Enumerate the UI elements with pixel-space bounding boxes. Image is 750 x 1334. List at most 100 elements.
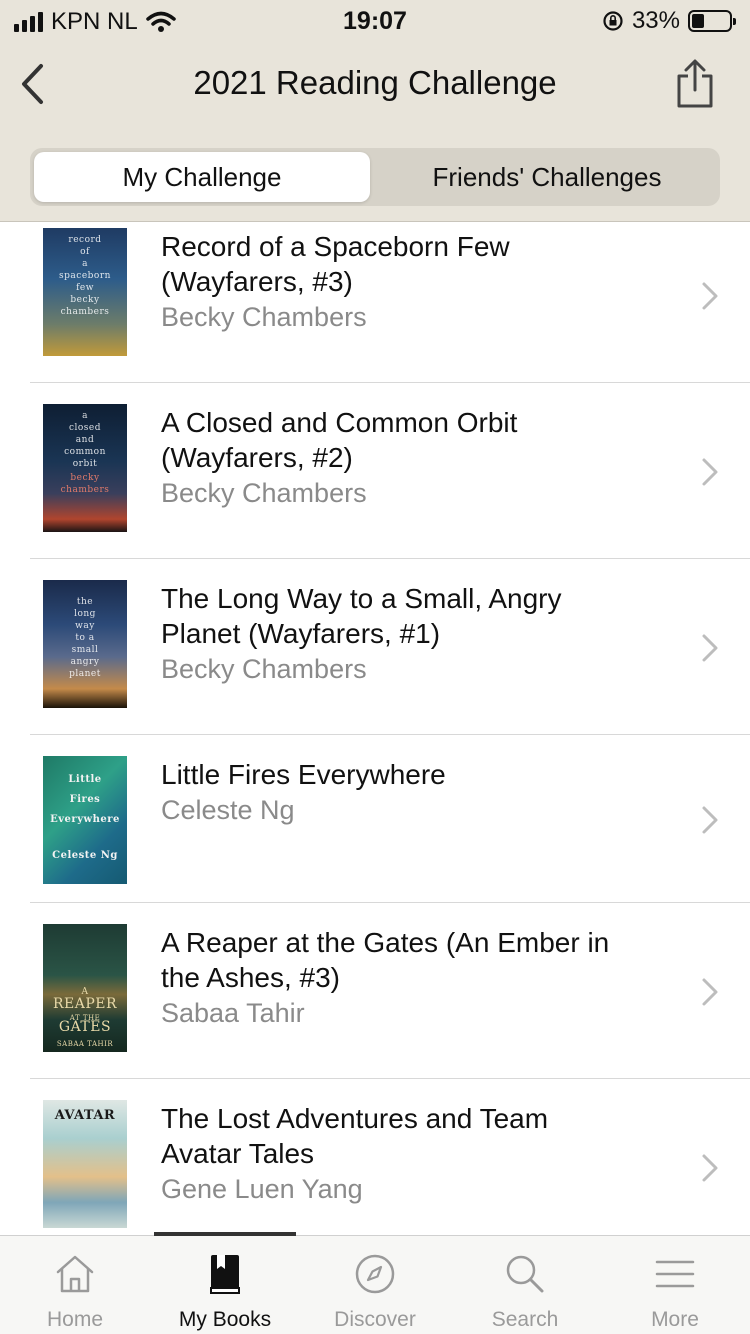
cover-text: chambers [60, 485, 110, 495]
book-author: Gene Luen Yang [161, 1174, 363, 1204]
cover-text: closed [68, 423, 102, 433]
cover-text: spaceborn [59, 271, 111, 281]
book-title: (Wayfarers, #3) [161, 266, 353, 297]
cover-text: few [76, 283, 94, 293]
chevron-right-icon [702, 806, 718, 834]
book-title: Avatar Tales [161, 1138, 315, 1169]
tab-bar: Home My Books Discover Search More [0, 1232, 750, 1334]
book-info: Record of a Spaceborn Few (Wayfarers, #3… [161, 229, 671, 335]
status-right: 33% [602, 7, 736, 35]
chevron-left-icon [22, 64, 43, 104]
book-author: Becky Chambers [161, 654, 367, 684]
chevron-right-icon [702, 978, 718, 1006]
cover-text: becky [70, 295, 100, 305]
menu-icon [655, 1260, 695, 1288]
book-title: A Closed and Common Orbit [161, 407, 518, 438]
book-title: The Long Way to a Small, Angry [161, 583, 562, 614]
cover-text: AVATAR [54, 1108, 116, 1123]
book-info: The Long Way to a Small, Angry Planet (W… [161, 581, 671, 687]
book-icon [210, 1255, 240, 1294]
tab-my-challenge[interactable]: My Challenge [34, 152, 370, 202]
book-row[interactable]: A REAPER AT THE GATES SABAA TAHIR A Reap… [0, 903, 750, 1079]
rotation-lock-icon [603, 11, 623, 31]
home-icon [56, 1255, 94, 1293]
cover-text: planet [69, 669, 101, 679]
segment-bar: My Challenge Friends' Challenges [0, 134, 750, 222]
cover-text: common [64, 447, 106, 457]
status-bar: KPN NL 19:07 33% [0, 0, 750, 44]
book-info: Little Fires Everywhere Celeste Ng [161, 757, 671, 828]
cover-text: chambers [60, 307, 110, 317]
book-info: A Closed and Common Orbit (Wayfarers, #2… [161, 405, 671, 511]
battery-percent: 33% [631, 7, 680, 34]
book-author: Celeste Ng [161, 795, 295, 825]
cover-text: a [82, 411, 88, 421]
tab-label: Discover [334, 1308, 416, 1331]
chevron-right-icon [702, 458, 718, 486]
compass-icon [355, 1254, 395, 1294]
tab-more[interactable]: More [600, 1236, 750, 1334]
cover-text: small [71, 645, 99, 655]
book-cover: AVATAR [43, 1100, 127, 1228]
cover-text: Everywhere [50, 814, 120, 825]
chevron-right-icon [702, 282, 718, 310]
book-cover: record of a spaceborn few becky chambers [43, 228, 127, 356]
cover-text: to a [75, 633, 95, 643]
cover-text: record [68, 235, 102, 245]
chevron-right-icon [702, 634, 718, 662]
book-cover: the long way to a small angry planet [43, 580, 127, 708]
search-icon [506, 1255, 544, 1293]
battery-fill [692, 14, 704, 28]
tab-label: Search [491, 1308, 559, 1331]
tab-my-books[interactable]: My Books [150, 1236, 300, 1334]
cover-text: long [74, 609, 96, 619]
cover-text: Little [68, 774, 102, 785]
battery-icon [688, 10, 736, 32]
cover-text: angry [70, 657, 100, 667]
cover-text: GATES [58, 1019, 112, 1035]
cover-text: way [75, 621, 95, 631]
book-list: record of a spaceborn few becky chambers… [0, 223, 750, 1235]
book-row[interactable]: Little Fires Everywhere Celeste Ng Littl… [0, 735, 750, 903]
tab-friends-challenges[interactable]: Friends' Challenges [378, 152, 716, 202]
book-author: Becky Chambers [161, 478, 367, 508]
book-title: Planet (Wayfarers, #1) [161, 618, 441, 649]
cover-text: of [80, 247, 90, 257]
book-row[interactable]: AVATAR The Lost Adventures and Team Avat… [0, 1079, 750, 1235]
tab-search[interactable]: Search [450, 1236, 600, 1334]
back-button[interactable] [10, 58, 54, 110]
book-row[interactable]: record of a spaceborn few becky chambers… [0, 223, 750, 383]
tab-label: My Books [178, 1308, 272, 1331]
book-row[interactable]: the long way to a small angry planet The… [0, 559, 750, 735]
book-info: A Reaper at the Gates (An Ember in the A… [161, 925, 671, 1031]
tab-discover[interactable]: Discover [300, 1236, 450, 1334]
cover-text: REAPER [52, 996, 118, 1012]
segmented-control: My Challenge Friends' Challenges [30, 148, 720, 206]
cover-text: a [82, 259, 88, 269]
cover-text: becky [70, 473, 100, 483]
cover-text: orbit [72, 459, 98, 469]
book-row[interactable]: a closed and common orbit becky chambers… [0, 383, 750, 559]
book-title: the Ashes, #3) [161, 962, 341, 993]
share-button[interactable] [670, 54, 720, 114]
book-title: Little Fires Everywhere [161, 759, 446, 790]
book-info: The Lost Adventures and Team Avatar Tale… [161, 1101, 671, 1207]
tab-label: Home [46, 1308, 104, 1331]
book-title: Record of a Spaceborn Few [161, 231, 510, 262]
book-title: (Wayfarers, #2) [161, 442, 353, 473]
book-author: Sabaa Tahir [161, 998, 305, 1028]
cover-text: the [76, 597, 94, 607]
book-cover: Little Fires Everywhere Celeste Ng [43, 756, 127, 884]
book-cover: A REAPER AT THE GATES SABAA TAHIR [43, 924, 127, 1052]
tab-label: More [651, 1308, 699, 1331]
cover-text: SABAA TAHIR [56, 1040, 114, 1048]
cover-text: Fires [69, 794, 101, 805]
book-cover: a closed and common orbit becky chambers [43, 404, 127, 532]
cover-text: Celeste Ng [52, 850, 118, 861]
share-icon [677, 59, 713, 108]
book-title: A Reaper at the Gates (An Ember in [161, 927, 610, 958]
book-title: The Lost Adventures and Team [161, 1103, 549, 1134]
page-title: 2021 Reading Challenge [193, 64, 557, 101]
book-author: Becky Chambers [161, 302, 367, 332]
tab-home[interactable]: Home [0, 1236, 150, 1334]
